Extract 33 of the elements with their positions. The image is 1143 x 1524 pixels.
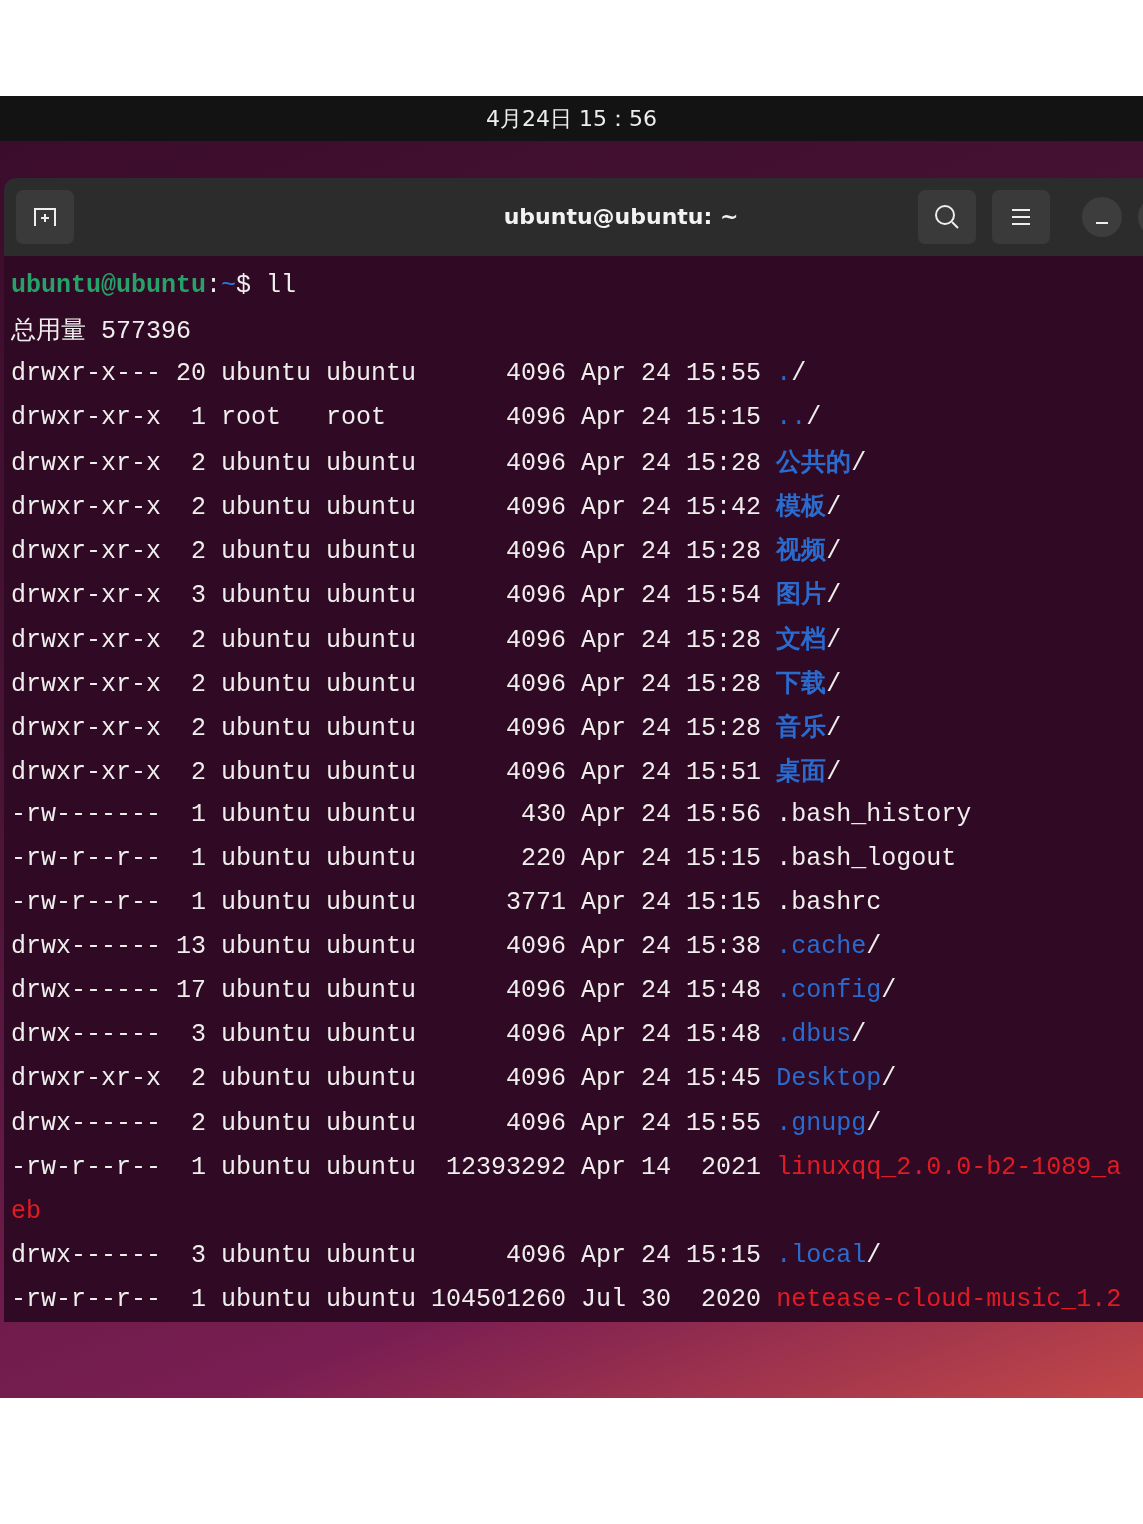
file-listing-row-text: drwx------ 3 ubuntu ubuntu 4096 Apr 24 15:48 .dbus/: [11, 1019, 868, 1052]
file-listing-row-text: drwxr-x--- 20 ubuntu ubuntu 4096 Apr 24 15:55 ./: [11, 357, 808, 390]
menu-button[interactable]: [992, 189, 1050, 244]
file-listing-row-text: drwxr-xr-x 2 ubuntu ubuntu 4096 Apr 24 15:51 桌面/: [11, 754, 843, 789]
command-prompt-line: ubuntu@ubuntu:~$ ll: [11, 269, 298, 302]
menu-icon: [1011, 207, 1031, 226]
file-listing-row-text: drwxr-xr-x 1 root root 4096 Apr 24 15:15 ../: [11, 402, 823, 435]
file-listing-row-text: -rw------- 1 ubuntu ubuntu 430 Apr 24 15:56 .bash_history: [11, 798, 973, 831]
output-line: 总用量 577396: [11, 313, 193, 348]
clock: 4月24日 15：56: [486, 105, 657, 133]
file-listing-row-text: drwxr-xr-x 2 ubuntu ubuntu 4096 Apr 24 15:45 Desktop/: [11, 1063, 898, 1096]
file-listing-row-text: -rw-r--r-- 1 ubuntu ubuntu 220 Apr 24 15:15 .bash_logout: [11, 842, 958, 875]
search-button[interactable]: [918, 189, 976, 244]
file-listing-row-text: drwx------ 17 ubuntu ubuntu 4096 Apr 24 15:48 .config/: [11, 975, 898, 1008]
file-listing-row-text: drwxr-xr-x 2 ubuntu ubuntu 4096 Apr 24 15:28 公共的/: [11, 446, 868, 481]
file-listing-row-text: drwx------ 13 ubuntu ubuntu 4096 Apr 24 15:38 .cache/: [11, 931, 883, 964]
new-tab-icon: [32, 205, 58, 228]
search-icon: [933, 202, 961, 231]
file-listing-row-text: drwxr-xr-x 2 ubuntu ubuntu 4096 Apr 24 15:28 下载/: [11, 666, 843, 701]
file-listing-row-text: drwxr-xr-x 3 ubuntu ubuntu 4096 Apr 24 15:54 图片/: [11, 578, 843, 613]
file-listing-row-text: drwx------ 3 ubuntu ubuntu 4096 Apr 24 15:15 .local/: [11, 1239, 883, 1272]
file-listing-row-text: drwxr-xr-x 2 ubuntu ubuntu 4096 Apr 24 15:28 音乐/: [11, 710, 843, 745]
file-listing-row-text: drwxr-xr-x 2 ubuntu ubuntu 4096 Apr 24 15:28 文档/: [11, 622, 843, 657]
file-listing-row-text: -rw-r--r-- 1 ubuntu ubuntu 12393292 Apr 14 2021 linuxqq_2.0.0-b2-1089_a: [11, 1151, 1123, 1184]
file-listing-row-text: -rw-r--r-- 1 ubuntu ubuntu 3771 Apr 24 15:15 .bashrc: [11, 887, 883, 920]
file-listing-row-text: drwx------ 2 ubuntu ubuntu 4096 Apr 24 15:55 .gnupg/: [11, 1107, 883, 1140]
new-tab-button[interactable]: [16, 189, 74, 244]
window-title: ubuntu@ubuntu: ~: [503, 203, 739, 232]
file-listing-row-text: drwxr-xr-x 2 ubuntu ubuntu 4096 Apr 24 15:42 模板/: [11, 490, 843, 525]
file-listing-row-text: drwxr-xr-x 2 ubuntu ubuntu 4096 Apr 24 15:28 视频/: [11, 534, 843, 569]
file-listing-row-text: -rw-r--r-- 1 ubuntu ubuntu 104501260 Jul 30 2020 netease-cloud-music_1.2: [11, 1283, 1123, 1316]
wrapped-filename-line: eb: [11, 1195, 42, 1228]
minimize-icon: [1096, 221, 1108, 224]
